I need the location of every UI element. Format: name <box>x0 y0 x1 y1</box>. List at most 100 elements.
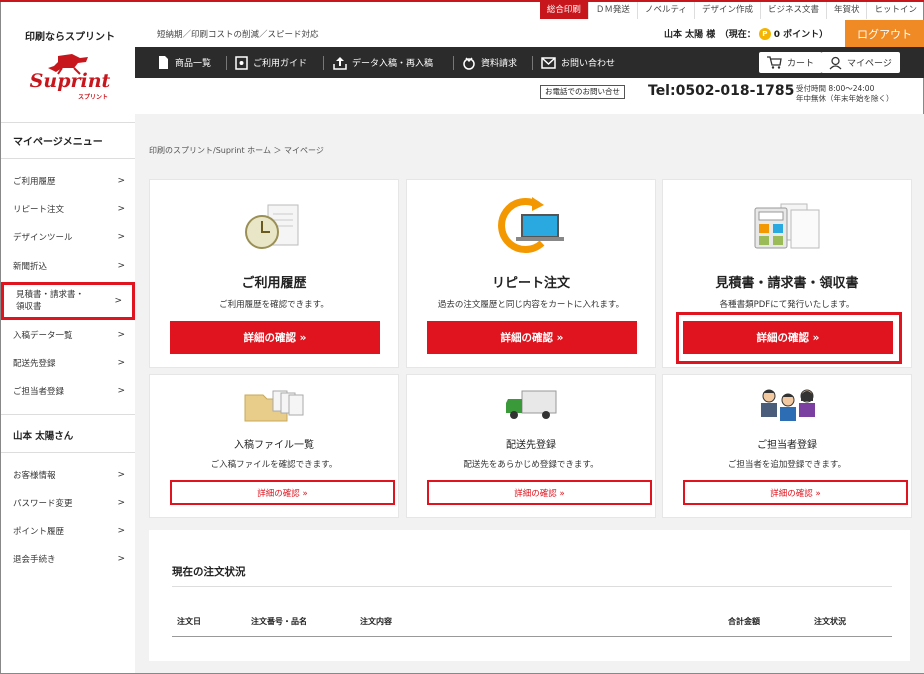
user-status: 山本 太陽 様 （現在： P 0 ポイント） <box>664 27 828 40</box>
nav-products[interactable]: 商品一覧 <box>157 47 211 78</box>
sidebar-item-submitted-data[interactable]: 入稿データ一覧 > <box>1 324 135 346</box>
repeat-order-detail-button[interactable]: 詳細の確認 » <box>427 321 637 354</box>
nav-divider <box>323 56 324 70</box>
card-delivery-address: 配送先登録 配送先をあらかじめ登録できます。 詳細の確認 » <box>406 374 656 518</box>
order-status-panel: 現在の注文状況 注文日 注文番号・品名 注文内容 合計金額 注文状況 <box>149 530 910 661</box>
nav-label: データ入稿・再入稿 <box>352 59 434 69</box>
nav-data-upload[interactable]: データ入稿・再入稿 <box>333 47 433 78</box>
mypage-label: マイページ <box>847 59 892 69</box>
highlight-frame <box>676 312 902 364</box>
sidebar-item-usage-history[interactable]: ご利用履歴 > <box>1 170 135 192</box>
nav-label: 資料請求 <box>481 59 518 69</box>
breadcrumb[interactable]: 印刷のスプリント/Suprint ホーム ＞ マイページ <box>149 145 324 156</box>
card-title: リピート注文 <box>491 276 570 291</box>
sidebar-item-point-history[interactable]: ポイント履歴 > <box>1 520 135 542</box>
logout-button[interactable]: ログアウト <box>845 20 924 47</box>
calculator-documents-icon <box>754 203 820 249</box>
delivery-address-detail-button[interactable]: 詳細の確認 » <box>427 480 652 505</box>
tab-business-docs[interactable]: ビジネス文書 <box>759 2 826 19</box>
cart-icon <box>767 56 782 69</box>
sidebar-item-repeat-order[interactable]: リピート注文 > <box>1 198 135 220</box>
card-title: 見積書・請求書・領収書 <box>715 276 859 291</box>
sidebar-item-label: リピート注文 <box>13 205 65 215</box>
sidebar-item-label: デザインツール <box>13 233 73 243</box>
sidebar-item-label: 見積書・請求書・ 領収書 <box>16 290 85 312</box>
header-tagline: 短納期／印刷コストの削減／スピード対応 <box>157 30 319 40</box>
nav-label: お問い合わせ <box>561 59 616 69</box>
nav-guide[interactable]: ご利用ガイド <box>235 47 307 78</box>
nav-divider <box>532 56 533 70</box>
tab-novelty[interactable]: ノベルティ <box>636 2 694 19</box>
truck-icon <box>506 390 557 419</box>
chevron-right-icon: > <box>117 232 125 242</box>
card-repeat-order: リピート注文 過去の注文履歴と同じ内容をカートに入れます。 詳細の確認 » <box>406 179 656 368</box>
column-header-order-date: 注文日 <box>177 617 201 626</box>
nav-contact[interactable]: お問い合わせ <box>541 47 615 78</box>
chevron-right-icon: > <box>117 330 125 340</box>
card-title: 配送先登録 <box>506 440 556 451</box>
chevron-right-icon: > <box>114 296 122 306</box>
column-header-order-content: 注文内容 <box>360 617 392 626</box>
sidebar-item-customer-info[interactable]: お客様情報 > <box>1 464 135 486</box>
sidebar: 印刷ならスプリント Suprint スプリント マイページメニュー ご利用履歴 … <box>1 2 135 673</box>
sidebar-item-label: 新聞折込 <box>13 262 48 272</box>
logo-subtext: スプリント <box>77 94 108 101</box>
tab-dm-shipping[interactable]: ＤＭ発送 <box>587 2 637 19</box>
card-submitted-files: 入稿ファイル一覧 ご入稿ファイルを確認できます。 詳細の確認 » <box>149 374 399 518</box>
order-status-title: 現在の注文状況 <box>172 566 246 578</box>
people-icon <box>761 389 815 421</box>
card-description: 過去の注文履歴と同じ内容をカートに入れます。 <box>437 300 625 310</box>
tab-hitin[interactable]: ヒットイン <box>866 2 924 19</box>
sidebar-item-label: ポイント履歴 <box>13 527 65 537</box>
sidebar-divider <box>1 414 135 415</box>
column-header-status: 注文状況 <box>814 617 846 626</box>
chevron-right-icon: > <box>117 498 125 508</box>
card-contact-person: ご担当者登録 ご担当者を追加登録できます。 詳細の確認 » <box>662 374 912 518</box>
sidebar-item-label: 退会手続き <box>13 555 56 565</box>
sidebar-item-withdraw[interactable]: 退会手続き > <box>1 548 135 570</box>
usage-history-detail-button[interactable]: 詳細の確認 » <box>170 321 380 354</box>
contact-person-detail-button[interactable]: 詳細の確認 » <box>683 480 908 505</box>
folder-files-icon <box>244 390 304 422</box>
sidebar-item-delivery-address[interactable]: 配送先登録 > <box>1 352 135 374</box>
cart-button[interactable]: カート <box>759 52 823 73</box>
chevron-right-icon: > <box>117 386 125 396</box>
top-category-tabs: 総合印刷 ＤＭ発送 ノベルティ デザイン作成 ビジネス文書 年賀状 ヒットイン <box>539 2 924 19</box>
submitted-files-detail-button[interactable]: 詳細の確認 » <box>170 480 395 505</box>
laptop-refresh-icon <box>498 197 564 253</box>
suprint-logo[interactable]: Suprint スプリント <box>28 52 112 102</box>
point-balance: 0 ポイント） <box>773 30 829 40</box>
chevron-right-icon: > <box>117 204 125 214</box>
user-icon <box>829 56 842 69</box>
brochure-icon <box>463 56 475 70</box>
user-name-label: 山本 太陽 様 （現在： <box>664 30 756 40</box>
card-description: 配送先をあらかじめ登録できます。 <box>463 460 599 470</box>
sidebar-item-newspaper-insert[interactable]: 新聞折込 > <box>1 255 135 277</box>
sidebar-item-label: ご担当者登録 <box>13 387 65 397</box>
tab-design[interactable]: デザイン作成 <box>693 2 760 19</box>
nav-divider <box>453 56 454 70</box>
order-status-divider <box>172 586 892 587</box>
guide-book-icon <box>235 55 248 70</box>
sidebar-divider <box>1 158 135 159</box>
tab-new-year-cards[interactable]: 年賀状 <box>825 2 867 19</box>
chevron-right-icon: > <box>117 470 125 480</box>
sidebar-item-contact-person[interactable]: ご担当者登録 > <box>1 380 135 402</box>
chevron-right-icon: > <box>117 176 125 186</box>
sidebar-item-estimates-invoices[interactable]: 見積書・請求書・ 領収書 > <box>1 282 135 320</box>
card-description: 各種書類PDFにて発行いたします。 <box>719 300 855 310</box>
tab-general-printing[interactable]: 総合印刷 <box>539 2 588 19</box>
sidebar-user-name: 山本 太陽さん <box>13 431 74 442</box>
card-title: ご担当者登録 <box>757 440 817 451</box>
nav-brochure-request[interactable]: 資料請求 <box>462 47 517 78</box>
nav-divider <box>226 56 227 70</box>
mypage-button[interactable]: マイページ <box>821 52 900 73</box>
sidebar-divider <box>1 122 135 123</box>
brand-catchphrase: 印刷ならスプリント <box>25 32 115 43</box>
sidebar-item-password[interactable]: パスワード変更 > <box>1 492 135 514</box>
sidebar-item-design-tool[interactable]: デザインツール > <box>1 226 135 248</box>
logo-wordmark: Suprint <box>29 70 111 92</box>
card-description: ご入稿ファイルを確認できます。 <box>210 460 338 470</box>
sidebar-item-label: パスワード変更 <box>13 499 73 509</box>
phone-number: Tel:0502-018-1785 <box>648 83 795 99</box>
